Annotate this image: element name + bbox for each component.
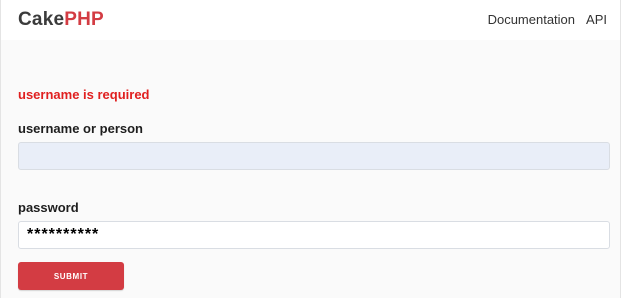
nav-link-api[interactable]: API bbox=[586, 12, 607, 27]
password-input[interactable] bbox=[18, 221, 610, 249]
top-navbar: CakePHP Documentation API bbox=[1, 0, 620, 40]
username-label: username or person bbox=[18, 121, 143, 136]
username-input[interactable] bbox=[18, 142, 610, 170]
error-message: username is required bbox=[18, 87, 150, 102]
login-page: CakePHP Documentation API username is re… bbox=[0, 0, 621, 298]
submit-button[interactable]: SUBMIT bbox=[18, 262, 124, 290]
brand-cake-text: Cake bbox=[18, 9, 65, 30]
password-label: password bbox=[18, 200, 79, 215]
nav-link-documentation[interactable]: Documentation bbox=[488, 12, 575, 27]
top-nav-links: Documentation API bbox=[488, 12, 607, 27]
brand-php-text: PHP bbox=[64, 9, 104, 30]
brand-logo[interactable]: CakePHP bbox=[18, 9, 104, 31]
